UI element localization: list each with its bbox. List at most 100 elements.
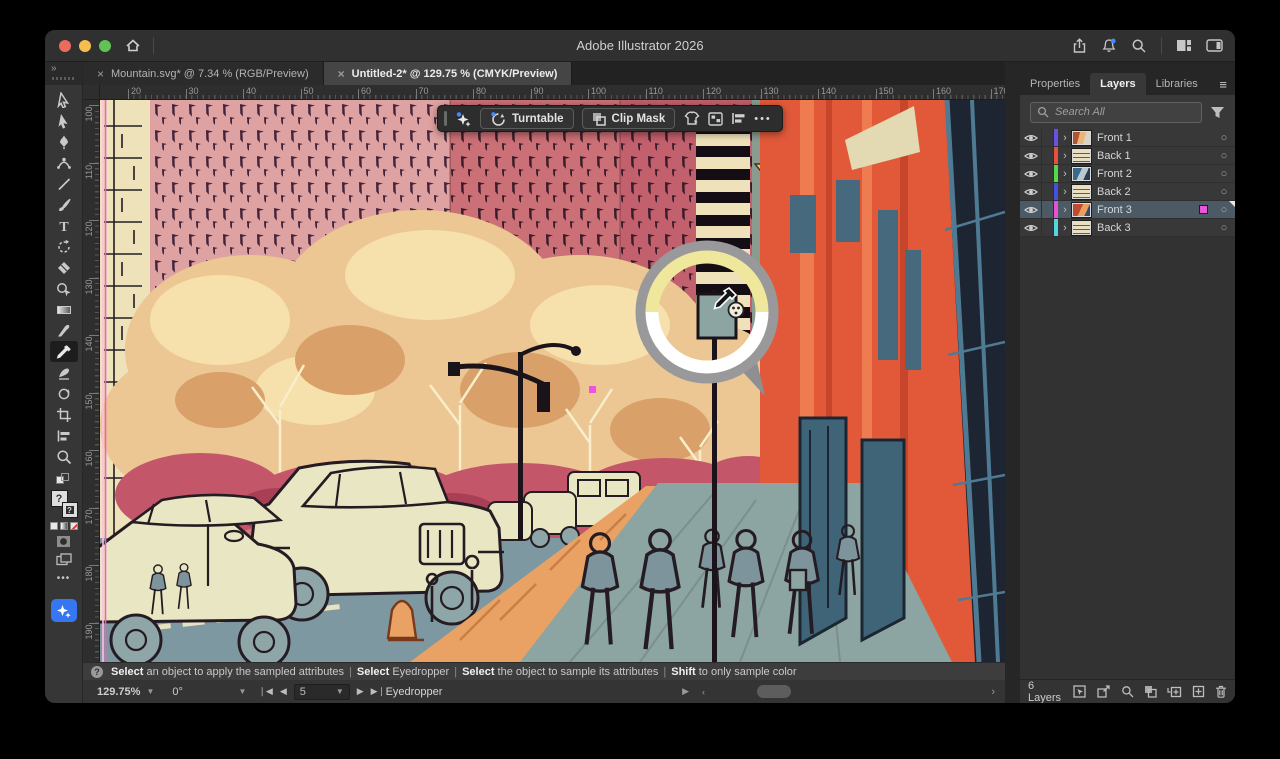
taskbar-drag-handle[interactable] bbox=[444, 111, 447, 126]
layer-thumbnail[interactable] bbox=[1072, 185, 1091, 199]
visibility-eye-icon[interactable] bbox=[1020, 147, 1042, 164]
lock-toggle-cell[interactable] bbox=[1042, 147, 1054, 164]
target-circle-icon[interactable]: ○ bbox=[1213, 168, 1235, 180]
search-icon[interactable] bbox=[1131, 38, 1147, 54]
target-circle-icon[interactable]: ○ bbox=[1213, 150, 1235, 162]
layer-thumbnail[interactable] bbox=[1072, 221, 1091, 235]
delete-layer-icon[interactable] bbox=[1215, 685, 1227, 698]
search-layers-icon[interactable] bbox=[1121, 685, 1134, 698]
fill-stroke-swatches[interactable]: ? ? bbox=[50, 490, 78, 517]
direct-selection-tool[interactable] bbox=[50, 110, 78, 131]
filter-icon[interactable] bbox=[1210, 106, 1225, 119]
expand-chevron-icon[interactable]: › bbox=[1058, 132, 1072, 144]
eraser-tool[interactable] bbox=[50, 257, 78, 278]
generative-ai-button[interactable] bbox=[51, 599, 77, 622]
layer-name[interactable]: Back 2 bbox=[1097, 186, 1213, 198]
layer-name[interactable]: Front 1 bbox=[1097, 132, 1213, 144]
layer-thumbnail[interactable] bbox=[1072, 167, 1091, 181]
more-options-icon[interactable]: ••• bbox=[754, 113, 772, 125]
gradient-button[interactable] bbox=[60, 522, 68, 530]
layers-search-input[interactable]: Search All bbox=[1030, 102, 1202, 123]
panel-tab-layers[interactable]: Layers bbox=[1090, 73, 1145, 95]
layer-name[interactable]: Front 2 bbox=[1097, 168, 1213, 180]
new-sublayer-icon[interactable] bbox=[1167, 685, 1182, 698]
new-layer-icon[interactable] bbox=[1192, 685, 1205, 698]
visibility-eye-icon[interactable] bbox=[1020, 201, 1042, 218]
expand-chevron-icon[interactable]: › bbox=[1058, 150, 1072, 162]
ruler-origin-corner[interactable] bbox=[83, 85, 100, 99]
notifications-icon[interactable] bbox=[1101, 38, 1117, 54]
color-button[interactable] bbox=[50, 522, 58, 530]
visibility-eye-icon[interactable] bbox=[1020, 129, 1042, 146]
curvature-tool[interactable] bbox=[50, 152, 78, 173]
target-circle-icon[interactable]: ○ bbox=[1213, 204, 1235, 216]
draw-mode-icon[interactable] bbox=[56, 535, 71, 548]
layer-name[interactable]: Back 3 bbox=[1097, 222, 1213, 234]
workspace-switcher-icon[interactable] bbox=[1176, 39, 1192, 52]
minimize-window-button[interactable] bbox=[79, 40, 91, 52]
layer-row-back-2[interactable]: ›Back 2○ bbox=[1020, 183, 1235, 201]
screen-mode-icon[interactable] bbox=[56, 553, 72, 566]
stroke-swatch[interactable]: ? bbox=[63, 503, 77, 517]
panel-menu-icon[interactable]: ≡ bbox=[1219, 77, 1227, 92]
target-circle-icon[interactable]: ○ bbox=[1213, 132, 1235, 144]
tab-mountain-svg[interactable]: × Mountain.svg* @ 7.34 % (RGB/Preview) bbox=[83, 62, 324, 85]
zoom-window-button[interactable] bbox=[99, 40, 111, 52]
align-icon[interactable] bbox=[731, 112, 746, 125]
eyedropper-tool[interactable] bbox=[50, 341, 78, 362]
edit-toolbar-more-icon[interactable]: ••• bbox=[57, 573, 71, 584]
zoom-tool[interactable] bbox=[50, 446, 78, 467]
layer-thumbnail[interactable] bbox=[1072, 131, 1091, 145]
panel-tab-libraries[interactable]: Libraries bbox=[1146, 73, 1208, 95]
turntable-button[interactable]: Turntable bbox=[480, 108, 574, 129]
rotate-tool[interactable] bbox=[50, 236, 78, 257]
generative-sparkle-icon[interactable] bbox=[455, 111, 472, 127]
layer-name[interactable]: Back 1 bbox=[1097, 150, 1213, 162]
close-icon[interactable]: × bbox=[338, 67, 345, 81]
locate-object-icon[interactable] bbox=[1073, 685, 1087, 698]
mockup-icon[interactable] bbox=[683, 111, 700, 127]
street-illustration[interactable] bbox=[100, 100, 1005, 662]
lock-toggle-cell[interactable] bbox=[1042, 219, 1054, 236]
expand-chevron-icon[interactable]: › bbox=[1058, 222, 1072, 234]
share-icon[interactable] bbox=[1072, 38, 1087, 54]
lock-toggle-cell[interactable] bbox=[1042, 129, 1054, 146]
toolbar-grip[interactable] bbox=[52, 77, 74, 80]
swap-fill-stroke-icon[interactable] bbox=[56, 473, 72, 485]
blob-brush-tool[interactable] bbox=[50, 362, 78, 383]
layer-thumbnail[interactable] bbox=[1072, 203, 1091, 217]
layer-row-front-2[interactable]: ›Front 2○ bbox=[1020, 165, 1235, 183]
target-circle-icon[interactable]: ○ bbox=[1213, 222, 1235, 234]
tab-untitled-2[interactable]: × Untitled-2* @ 129.75 % (CMYK/Preview) bbox=[324, 62, 573, 85]
layer-row-back-3[interactable]: › Back 3○ bbox=[1020, 219, 1235, 237]
none-button[interactable] bbox=[70, 522, 78, 530]
lock-toggle-cell[interactable] bbox=[1042, 183, 1054, 200]
horizontal-scrollbar[interactable] bbox=[705, 684, 975, 699]
status-flyout-button[interactable]: ▶ bbox=[682, 686, 689, 697]
knife-tool[interactable] bbox=[50, 320, 78, 341]
layer-row-front-1[interactable]: › Front 1○ bbox=[1020, 129, 1235, 147]
close-icon[interactable]: × bbox=[97, 67, 104, 81]
close-window-button[interactable] bbox=[59, 40, 71, 52]
collect-for-export-icon[interactable] bbox=[1097, 685, 1111, 698]
scrollbar-thumb[interactable] bbox=[757, 685, 791, 698]
panel-tab-properties[interactable]: Properties bbox=[1020, 73, 1090, 95]
lock-toggle-cell[interactable] bbox=[1042, 201, 1054, 218]
visibility-eye-icon[interactable] bbox=[1020, 183, 1042, 200]
make-clip-mask-icon[interactable] bbox=[1144, 685, 1157, 698]
layer-row-front-3[interactable]: ›Front 3○ bbox=[1020, 201, 1235, 219]
rotate-view-tool[interactable] bbox=[50, 383, 78, 404]
type-tool[interactable]: T bbox=[50, 215, 78, 236]
visibility-eye-icon[interactable] bbox=[1020, 219, 1042, 236]
panel-toggle-icon[interactable] bbox=[1206, 39, 1223, 52]
visibility-eye-icon[interactable] bbox=[1020, 165, 1042, 182]
artboard-canvas[interactable]: Turntable Clip Mask bbox=[100, 100, 1005, 662]
paintbrush-tool[interactable] bbox=[50, 194, 78, 215]
layer-thumbnail[interactable] bbox=[1072, 149, 1091, 163]
line-segment-tool[interactable] bbox=[50, 173, 78, 194]
expand-chevron-icon[interactable]: › bbox=[1058, 186, 1072, 198]
scroll-right-arrow[interactable]: › bbox=[991, 686, 995, 698]
shape-builder-tool[interactable] bbox=[50, 278, 78, 299]
home-icon[interactable] bbox=[125, 38, 141, 53]
selection-tool[interactable] bbox=[50, 89, 78, 110]
